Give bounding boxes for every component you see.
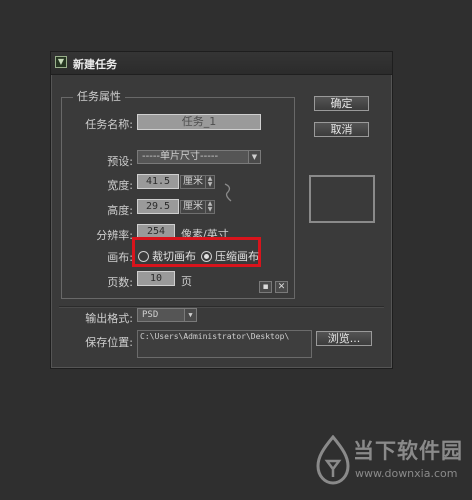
height-input[interactable]: 29.5 [137, 199, 179, 214]
width-label: 宽度: [107, 179, 133, 192]
radio-crop-label: 裁切画布 [152, 250, 196, 263]
preset-value: -----单片尺寸----- [142, 151, 219, 162]
height-unit-select[interactable]: 厘米 ▲ ▼ [180, 200, 215, 214]
dialog-titlebar: ▼ 新建任务 [51, 52, 392, 75]
divider [59, 306, 384, 308]
watermark-title: 当下软件园 [353, 439, 463, 463]
width-input[interactable]: 41.5 [137, 174, 179, 189]
pages-input[interactable]: 10 [137, 271, 175, 286]
task-name-label: 任务名称: [85, 118, 133, 131]
delete-preset-icon[interactable]: ✕ [275, 281, 288, 293]
width-unit-value: 厘米 [183, 176, 203, 187]
browse-button[interactable]: 浏览... [316, 331, 372, 346]
watermark-logo-icon [316, 435, 350, 485]
dialog-title: 新建任务 [73, 58, 117, 71]
output-format-select[interactable]: PSD ▼ [137, 308, 197, 322]
radio-crop-canvas[interactable]: 裁切画布 [138, 248, 196, 264]
resolution-label: 分辨率: [96, 229, 133, 242]
output-format-label: 输出格式: [85, 312, 133, 325]
width-unit-select[interactable]: 厘米 ▲ ▼ [180, 175, 215, 189]
ok-button[interactable]: 确定 [314, 96, 369, 111]
radio-icon[interactable] [138, 250, 149, 262]
pages-unit: 页 [181, 275, 192, 288]
link-proportions-icon[interactable] [223, 183, 233, 203]
group-title: 任务属性 [73, 88, 125, 104]
radio-selected-icon[interactable] [201, 250, 212, 262]
pages-label: 页数: [107, 276, 133, 289]
height-unit-value: 厘米 [183, 201, 203, 212]
app-icon: ▼ [55, 56, 67, 68]
radio-compress-canvas[interactable]: 压缩画布 [201, 248, 259, 264]
updown-icon[interactable]: ▲ ▼ [205, 201, 214, 213]
task-name-input[interactable]: 任务_1 [137, 114, 261, 130]
new-task-dialog: ▼ 新建任务 任务属性 任务名称: 任务_1 预设: -----单片尺寸----… [50, 51, 393, 369]
height-label: 高度: [107, 204, 133, 217]
output-format-value: PSD [142, 310, 159, 320]
chevron-down-icon[interactable]: ▼ [184, 309, 196, 321]
canvas-preview [309, 175, 375, 223]
watermark: 当下软件园 www.downxia.com [315, 433, 465, 491]
watermark-url: www.downxia.com [355, 467, 458, 480]
chevron-down-icon[interactable]: ▼ [248, 151, 260, 163]
cancel-button[interactable]: 取消 [314, 122, 369, 137]
radio-compress-label: 压缩画布 [215, 250, 259, 263]
preset-label: 预设: [107, 155, 133, 168]
save-location-label: 保存位置: [85, 336, 133, 349]
save-preset-icon[interactable]: ▪ [259, 281, 272, 293]
canvas-label: 画布: [107, 251, 133, 264]
updown-icon[interactable]: ▲ ▼ [205, 176, 214, 188]
save-location-input[interactable]: C:\Users\Administrator\Desktop\ [137, 330, 312, 358]
preset-select[interactable]: -----单片尺寸----- ▼ [137, 150, 261, 164]
